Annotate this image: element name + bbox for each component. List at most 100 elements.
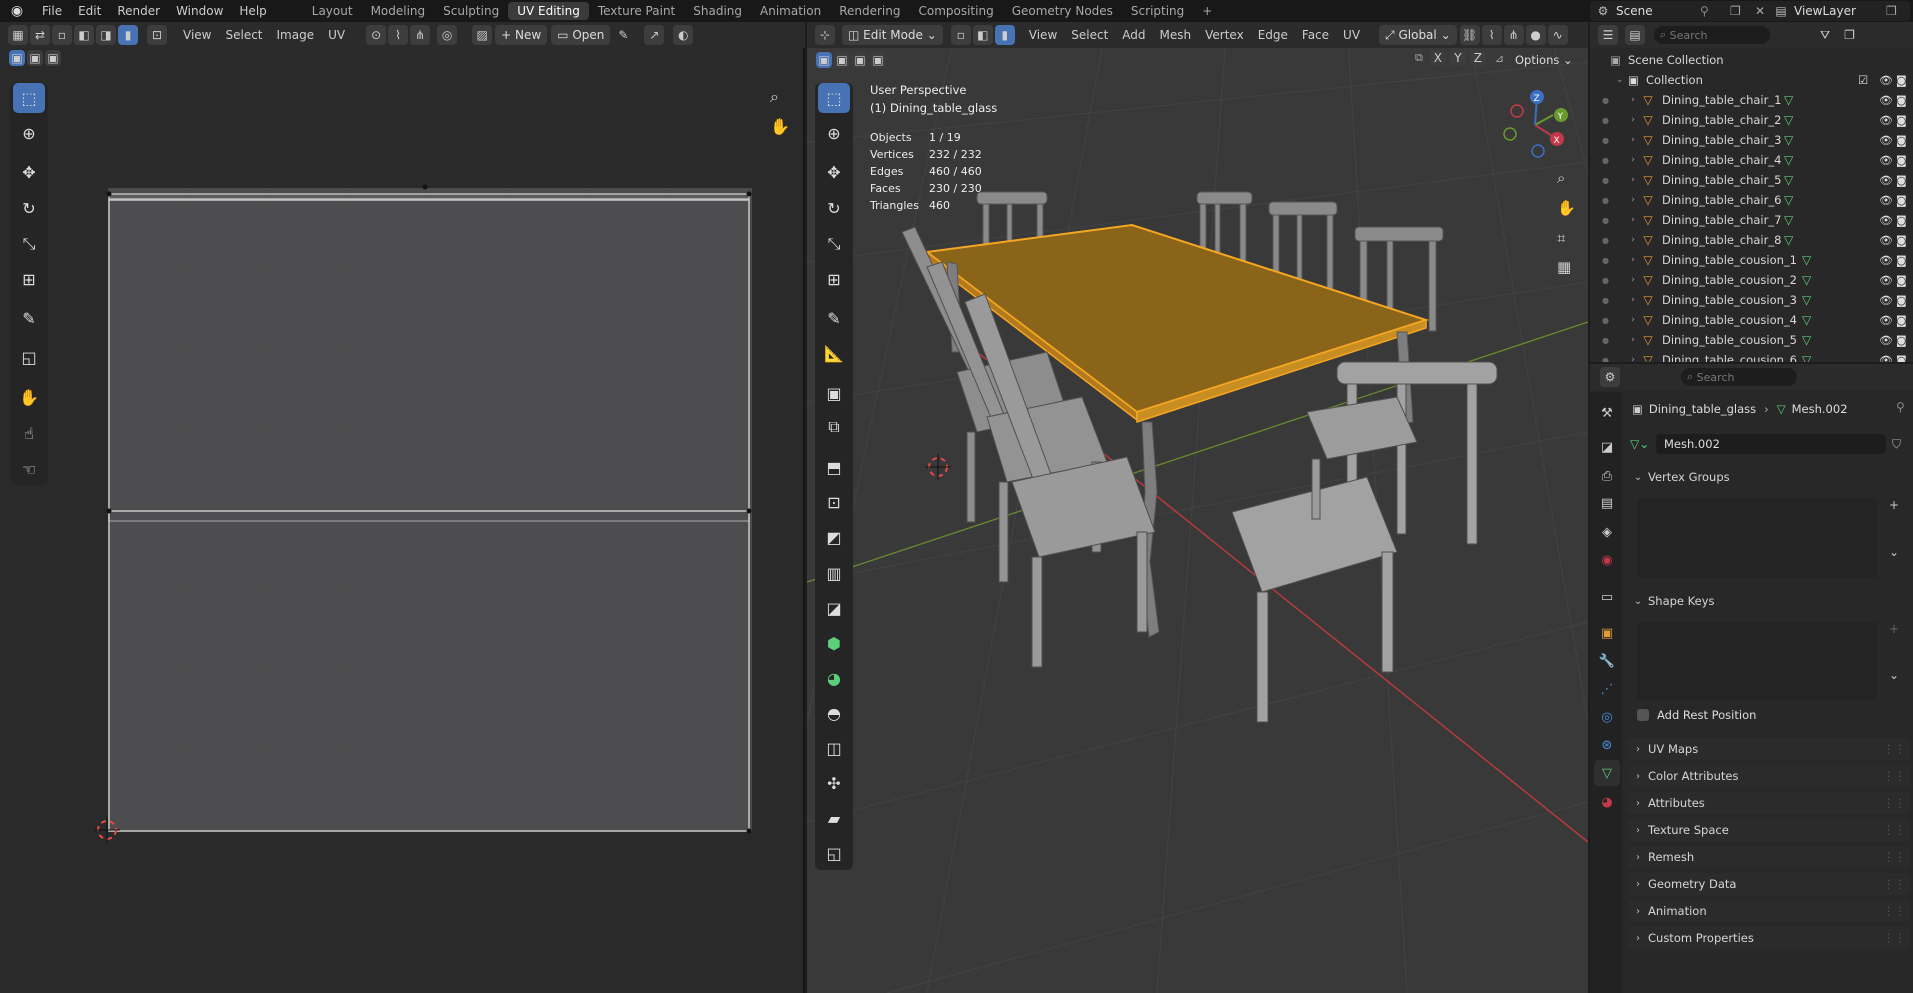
pin-properties-icon[interactable]: ⚲ [1896,400,1905,414]
mirror-icon[interactable]: ⧉ [1415,51,1423,65]
menu-help[interactable]: Help [231,4,274,18]
breadcrumb-mesh[interactable]: Mesh.002 [1792,402,1848,416]
vp-select-subtract-icon[interactable]: ▣ [852,52,868,68]
drag-handle-icon[interactable]: ⋮⋮ [1883,850,1906,864]
eye-icon[interactable]: 👁 [1879,254,1893,267]
vp-menu-face[interactable]: Face [1295,28,1336,42]
camera-icon[interactable]: ◙ [1896,234,1907,247]
add-shape-key-icon[interactable]: + [1889,622,1899,636]
tab-modeling[interactable]: Modeling [362,2,435,20]
vp-bevel-tool-icon[interactable]: ◩ [818,522,850,552]
tab-geometry-nodes[interactable]: Geometry Nodes [1003,2,1122,20]
properties-editor-type-icon[interactable]: ⚙ [1600,367,1620,387]
edge-select-icon[interactable]: ◧ [74,25,94,45]
new-collection-icon[interactable]: ❐ [1844,28,1855,42]
mesh-data-tab-icon[interactable]: ▽ [1594,760,1620,786]
mesh-data-icon[interactable]: ▽ [1784,113,1793,127]
outliner-item[interactable]: ● › ▽ Dining_table_chair_6 ▽ 👁 ◙ [1590,190,1913,210]
menu-file[interactable]: File [34,4,70,18]
expand-arrow-icon[interactable]: › [1626,315,1640,325]
camera-icon[interactable]: ◙ [1896,334,1907,347]
vp-select-box-tool-icon[interactable]: ⬚ [818,83,850,113]
drag-handle-icon[interactable]: ⋮⋮ [1883,823,1906,837]
vp-menu-edge[interactable]: Edge [1251,28,1295,42]
vp-menu-vertex[interactable]: Vertex [1198,28,1251,42]
expand-arrow-icon[interactable]: › [1626,235,1640,245]
vp-inset-tool-icon[interactable]: ⊡ [818,487,850,517]
mesh-data-icon[interactable]: ▽ [1784,193,1793,207]
outliner-item[interactable]: ● › ▽ Dining_table_cousion_2 ▽ 👁 ◙ [1590,270,1913,290]
uv-sync-icon[interactable]: ⇄ [30,25,50,45]
vp-menu-view[interactable]: View [1022,28,1064,42]
drag-handle-icon[interactable]: ⋮⋮ [1883,796,1906,810]
physics-tab-icon[interactable]: ◎ [1594,704,1620,730]
outliner-item[interactable]: ● › ▽ Dining_table_chair_5 ▽ 👁 ◙ [1590,170,1913,190]
pivot-point-icon[interactable]: ⛓ [1459,25,1480,45]
camera-icon[interactable]: ◙ [1896,94,1907,107]
collapsed-panel-header[interactable]: › Attributes ⋮⋮ [1628,792,1910,814]
vp-grid-icon[interactable]: ▦ [1557,258,1571,276]
uv-menu-select[interactable]: Select [218,28,269,42]
open-image-button[interactable]: ▭ Open [551,25,611,45]
collapsed-panel-header[interactable]: › Remesh ⋮⋮ [1628,846,1910,868]
filter-icon[interactable]: ⛛ [1820,28,1830,43]
camera-icon[interactable]: ◙ [1896,354,1907,363]
mesh-data-icon[interactable]: ▽ [1784,233,1793,247]
eye-icon[interactable]: 👁 [1879,354,1893,363]
axis-x-toggle[interactable]: X [1429,50,1446,66]
tab-rendering[interactable]: Rendering [830,2,909,20]
face-select-icon[interactable]: ◨ [96,25,116,45]
tab-compositing[interactable]: Compositing [909,2,1002,20]
vp-smooth-tool-icon[interactable]: ◓ [818,698,850,728]
properties-search-input[interactable]: ⌕ Search [1681,368,1797,386]
uv-vertex[interactable] [422,184,428,190]
shape-keys-menu-icon[interactable]: ⌄ [1889,668,1899,682]
mesh-browse-icon[interactable]: ▽⌄ [1630,437,1656,451]
vp-poly-build-tool-icon[interactable]: ⬢ [818,628,850,658]
shape-keys-panel-header[interactable]: ⌄ Shape Keys [1628,590,1910,612]
modifiers-tab-icon[interactable]: 🔧 [1594,648,1620,674]
drag-handle-icon[interactable]: ⋮⋮ [1883,904,1906,918]
vp-select-extend-icon[interactable]: ▣ [834,52,850,68]
proportional-icon[interactable]: ● [1525,25,1546,45]
tab-shading[interactable]: Shading [684,2,751,20]
mesh-datablock-selector[interactable]: ▽⌄ Mesh.002 ⛉ [1630,433,1910,455]
uv-vertex[interactable] [106,191,112,197]
checkbox-icon[interactable] [1637,709,1649,721]
drag-handle-icon[interactable]: ⋮⋮ [1883,877,1906,891]
eye-icon[interactable]: 👁 [1879,94,1893,107]
collection-checkbox[interactable]: ☑ [1858,73,1868,87]
outliner-item[interactable]: ● › ▽ Dining_table_chair_3 ▽ 👁 ◙ [1590,130,1913,150]
tab-scripting[interactable]: Scripting [1122,2,1193,20]
outliner-item[interactable]: ● › ▽ Dining_table_cousion_5 ▽ 👁 ◙ [1590,330,1913,350]
vp-spin-tool-icon[interactable]: ◕ [818,663,850,693]
mode-dropdown[interactable]: ◫ Edit Mode ⌄ [842,25,943,45]
mesh-data-icon[interactable]: ▽ [1784,153,1793,167]
3d-cursor-icon[interactable] [925,454,951,480]
expand-arrow-icon[interactable]: › [1626,115,1640,125]
vp-menu-mesh[interactable]: Mesh [1153,28,1199,42]
eye-icon[interactable]: 👁 [1879,134,1893,147]
vp-shear-tool-icon[interactable]: ▰ [818,803,850,833]
editor-type-icon[interactable]: ▦ [8,25,28,45]
eye-icon[interactable]: 👁 [1879,234,1893,247]
world-tab-icon[interactable]: ◉ [1594,547,1620,573]
expand-icon[interactable]: ⌄ [1616,75,1628,85]
blender-logo-icon[interactable]: ◉ [0,3,34,19]
expand-arrow-icon[interactable]: › [1626,215,1640,225]
overlay-toggle-icon[interactable]: ◐ [673,25,694,45]
menu-edit[interactable]: Edit [70,4,109,18]
vp-loop-cut-tool-icon[interactable]: ▥ [818,558,850,588]
eye-icon[interactable]: 👁 [1879,214,1893,227]
pin-image-icon[interactable]: ✎ [613,25,633,45]
particles-tab-icon[interactable]: ⋰ [1594,676,1620,702]
add-vertex-group-icon[interactable]: + [1889,498,1899,512]
eye-icon[interactable]: 👁 [1879,194,1893,207]
scene-selector[interactable]: ⚙ Scene ⚲ ❐ ✕ [1590,1,1780,21]
expand-arrow-icon[interactable]: › [1626,355,1640,362]
camera-icon[interactable]: ◙ [1896,114,1907,127]
uv-grid-canvas[interactable] [0,50,805,993]
gizmo-toggle-icon[interactable]: ↗ [644,25,665,45]
mesh-name-field[interactable]: Mesh.002 [1656,434,1886,454]
shape-keys-list[interactable] [1637,622,1877,700]
